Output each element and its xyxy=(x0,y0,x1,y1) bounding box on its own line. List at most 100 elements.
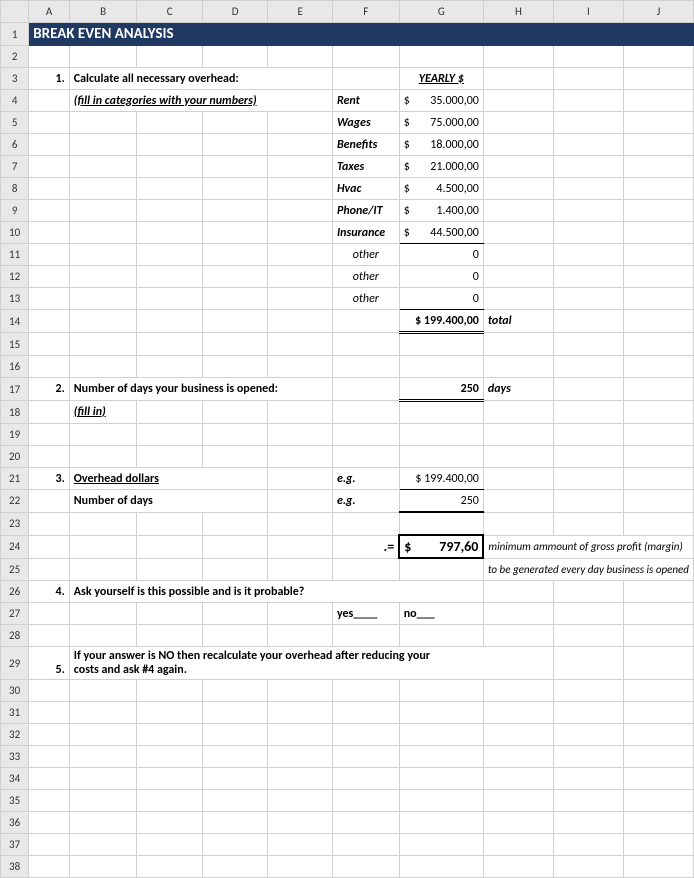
corner-cell[interactable] xyxy=(1,1,29,23)
row-4[interactable]: 4 xyxy=(1,90,29,112)
item-rent[interactable]: Rent xyxy=(332,90,399,112)
row-38[interactable]: 38 xyxy=(1,856,29,878)
yearly-label: YEARLY $ xyxy=(399,68,483,90)
row-11[interactable]: 11 xyxy=(1,244,29,266)
row-10[interactable]: 10 xyxy=(1,222,29,244)
col-D[interactable]: D xyxy=(202,1,268,23)
col-A[interactable]: A xyxy=(29,1,70,23)
row-1[interactable]: 1 xyxy=(1,23,29,46)
row-37[interactable]: 37 xyxy=(1,834,29,856)
row-30[interactable]: 30 xyxy=(1,680,29,702)
days-value[interactable]: 250 xyxy=(399,378,483,401)
col-I[interactable]: I xyxy=(553,1,623,23)
row-33[interactable]: 33 xyxy=(1,746,29,768)
val-taxes[interactable]: $21.000,00 xyxy=(399,156,483,178)
row-20[interactable]: 20 xyxy=(1,446,29,468)
row-26[interactable]: 26 xyxy=(1,581,29,603)
row-35[interactable]: 35 xyxy=(1,790,29,812)
item-other2[interactable]: other xyxy=(332,266,399,288)
col-header-row: A B C D E F G H I J xyxy=(1,1,694,23)
step1-hint: (fill in categories with your numbers) xyxy=(69,90,332,112)
answer-yes[interactable]: yes____ xyxy=(332,603,399,625)
col-H[interactable]: H xyxy=(483,1,553,23)
spreadsheet-grid[interactable]: A B C D E F G H I J 1 BREAK EVEN ANALYSI… xyxy=(0,0,694,878)
row-17[interactable]: 17 xyxy=(1,378,29,401)
val-hvac[interactable]: $4.500,00 xyxy=(399,178,483,200)
row-7[interactable]: 7 xyxy=(1,156,29,178)
step1-heading: Calculate all necessary overhead: xyxy=(69,68,332,90)
row-16[interactable]: 16 xyxy=(1,356,29,378)
val-other3[interactable]: 0 xyxy=(399,288,483,310)
step3-num: 3. xyxy=(29,468,70,490)
note-line2: to be generated every day business is op… xyxy=(483,558,693,581)
row-3[interactable]: 3 xyxy=(1,68,29,90)
row-9[interactable]: 9 xyxy=(1,200,29,222)
val-insurance[interactable]: $44.500,00 xyxy=(399,222,483,244)
item-insurance[interactable]: Insurance xyxy=(332,222,399,244)
step4-heading: Ask yourself is this possible and is it … xyxy=(69,581,483,603)
total-label: total xyxy=(483,310,553,333)
row-18[interactable]: 18 xyxy=(1,401,29,424)
row-25[interactable]: 25 xyxy=(1,558,29,581)
item-hvac[interactable]: Hvac xyxy=(332,178,399,200)
row-8[interactable]: 8 xyxy=(1,178,29,200)
row-19[interactable]: 19 xyxy=(1,424,29,446)
overhead-dollars-val[interactable]: $ 199.400,00 xyxy=(399,468,483,490)
equals-sign: .= xyxy=(332,535,399,558)
row-36[interactable]: 36 xyxy=(1,812,29,834)
eg-2: e.g. xyxy=(332,490,399,513)
row-27[interactable]: 27 xyxy=(1,603,29,625)
answer-no[interactable]: no___ xyxy=(399,603,483,625)
days-unit: days xyxy=(483,378,553,401)
row-5[interactable]: 5 xyxy=(1,112,29,134)
row-29[interactable]: 29 xyxy=(1,647,29,680)
step2-heading: Number of days your business is opened: xyxy=(69,378,332,401)
item-other1[interactable]: other xyxy=(332,244,399,266)
note-line1: minimum ammount of gross profit (margin) xyxy=(483,535,693,558)
step5-text: If your answer is NO then recalculate yo… xyxy=(69,647,553,680)
total-value[interactable]: $ 199.400,00 xyxy=(399,310,483,333)
numdays-label: Number of days xyxy=(69,490,268,513)
val-benefits[interactable]: $18.000,00 xyxy=(399,134,483,156)
step1-num: 1. xyxy=(29,68,70,90)
val-wages[interactable]: $75.000,00 xyxy=(399,112,483,134)
row-15[interactable]: 15 xyxy=(1,333,29,356)
step2-hint: (fill in) xyxy=(69,401,137,424)
col-E[interactable]: E xyxy=(268,1,333,23)
eg-1: e.g. xyxy=(332,468,399,490)
row-31[interactable]: 31 xyxy=(1,702,29,724)
row-22[interactable]: 22 xyxy=(1,490,29,513)
row-12[interactable]: 12 xyxy=(1,266,29,288)
step2-num: 2. xyxy=(29,378,70,401)
row-2[interactable]: 2 xyxy=(1,46,29,68)
step5-num: 5. xyxy=(29,647,70,680)
page-title: BREAK EVEN ANALYSIS xyxy=(29,23,694,46)
val-other1[interactable]: 0 xyxy=(399,244,483,266)
break-even-result[interactable]: $797,60 xyxy=(399,535,483,558)
row-32[interactable]: 32 xyxy=(1,724,29,746)
item-phone[interactable]: Phone/IT xyxy=(332,200,399,222)
col-F[interactable]: F xyxy=(332,1,399,23)
overhead-dollars-label: Overhead dollars xyxy=(69,468,268,490)
row-28[interactable]: 28 xyxy=(1,625,29,647)
col-J[interactable]: J xyxy=(623,1,693,23)
item-other3[interactable]: other xyxy=(332,288,399,310)
item-benefits[interactable]: Benefits xyxy=(332,134,399,156)
val-other2[interactable]: 0 xyxy=(399,266,483,288)
col-C[interactable]: C xyxy=(137,1,202,23)
row-6[interactable]: 6 xyxy=(1,134,29,156)
val-rent[interactable]: $35.000,00 xyxy=(399,90,483,112)
col-G[interactable]: G xyxy=(399,1,483,23)
row-23[interactable]: 23 xyxy=(1,512,29,535)
row-21[interactable]: 21 xyxy=(1,468,29,490)
numdays-val[interactable]: 250 xyxy=(399,490,483,513)
row-34[interactable]: 34 xyxy=(1,768,29,790)
item-taxes[interactable]: Taxes xyxy=(332,156,399,178)
val-phone[interactable]: $1.400,00 xyxy=(399,200,483,222)
step4-num: 4. xyxy=(29,581,70,603)
row-24[interactable]: 24 xyxy=(1,535,29,558)
row-14[interactable]: 14 xyxy=(1,310,29,333)
row-13[interactable]: 13 xyxy=(1,288,29,310)
col-B[interactable]: B xyxy=(69,1,137,23)
item-wages[interactable]: Wages xyxy=(332,112,399,134)
